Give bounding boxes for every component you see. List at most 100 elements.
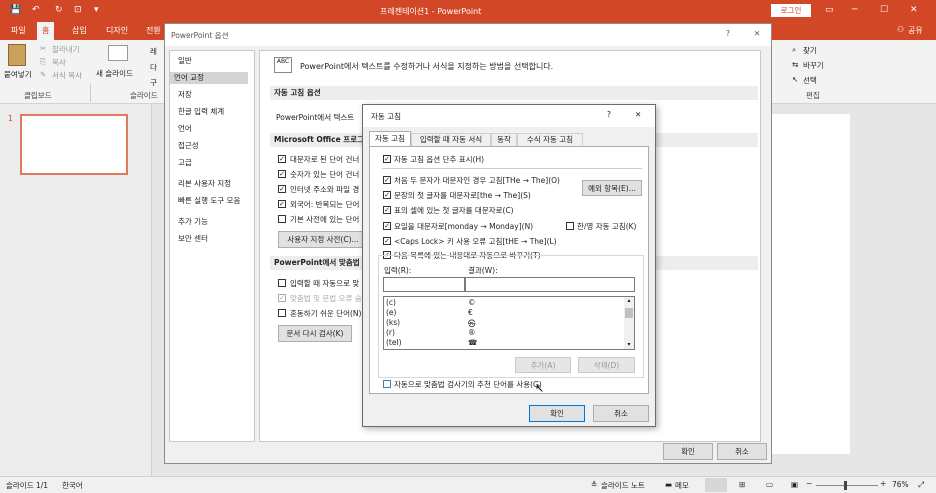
- capitalize-sentence-checkbox[interactable]: ✓: [383, 191, 391, 199]
- zoom-slider[interactable]: [816, 485, 878, 486]
- language-indicator[interactable]: 한국어: [62, 480, 83, 491]
- confused-words-checkbox[interactable]: [278, 309, 286, 317]
- list-item-input[interactable]: (e): [386, 308, 396, 317]
- find-button[interactable]: 찾기: [803, 45, 817, 56]
- show-options-checkbox[interactable]: ✓: [383, 155, 391, 163]
- nav-save[interactable]: 저장: [174, 89, 254, 101]
- layout-button[interactable]: 레: [150, 46, 157, 57]
- nav-trust-center[interactable]: 보안 센터: [174, 233, 254, 245]
- list-item-output[interactable]: ©: [468, 298, 476, 307]
- ignore-numbers-checkbox[interactable]: ✓: [278, 170, 286, 178]
- slide-canvas[interactable]: [770, 114, 850, 454]
- new-slide-icon[interactable]: [108, 45, 128, 61]
- notes-button[interactable]: 슬라이드 노트: [601, 480, 645, 491]
- capitalize-days-checkbox[interactable]: ✓: [383, 222, 391, 230]
- zoom-slider-thumb[interactable]: [844, 481, 847, 490]
- options-help-icon[interactable]: ?: [726, 29, 730, 38]
- nav-accessibility[interactable]: 접근성: [174, 140, 254, 152]
- exceptions-button[interactable]: 예외 항목(E)...: [582, 180, 642, 196]
- ignore-internet-checkbox[interactable]: ✓: [278, 185, 286, 193]
- nav-advanced[interactable]: 고급: [174, 157, 254, 169]
- scroll-thumb[interactable]: [625, 308, 633, 318]
- replace-input[interactable]: [383, 277, 465, 292]
- redo-icon[interactable]: ↻: [55, 5, 63, 15]
- spell-suggest-checkbox[interactable]: [383, 380, 391, 388]
- autocorrect-close-icon[interactable]: ✕: [635, 110, 641, 119]
- with-input[interactable]: [465, 277, 635, 292]
- paste-button[interactable]: 붙여넣기: [4, 69, 32, 80]
- paste-icon[interactable]: [8, 44, 26, 66]
- tab-design[interactable]: 디자인: [106, 25, 128, 36]
- custom-dictionaries-button[interactable]: 사용자 지정 사전(C)...: [278, 231, 368, 248]
- nav-customize-ribbon[interactable]: 리본 사용자 지정: [174, 178, 254, 190]
- autocorrect-help-icon[interactable]: ?: [607, 110, 611, 119]
- nav-qat[interactable]: 빠른 실행 도구 모음: [174, 195, 254, 207]
- list-item-input[interactable]: (tel): [386, 338, 402, 347]
- tab-autocorrect[interactable]: 자동 고침: [369, 131, 411, 146]
- zoom-in-button[interactable]: +: [880, 479, 886, 488]
- format-painter-button[interactable]: 서식 복사: [52, 70, 82, 81]
- list-item-input[interactable]: (ks): [386, 318, 400, 327]
- list-item-output[interactable]: €: [468, 308, 473, 317]
- nav-korean-ime[interactable]: 한글 입력 체계: [174, 106, 254, 118]
- nav-general[interactable]: 일반: [174, 55, 254, 67]
- slideshow-icon[interactable]: ▣: [791, 480, 798, 489]
- undo-icon[interactable]: ↶: [32, 5, 40, 15]
- share-button[interactable]: 공유: [908, 25, 923, 36]
- login-button[interactable]: 로그인: [771, 4, 811, 17]
- close-icon[interactable]: ✕: [910, 5, 918, 15]
- list-item-input[interactable]: (c): [386, 298, 396, 307]
- tab-actions[interactable]: 동작: [491, 133, 517, 146]
- list-item-input[interactable]: (r): [386, 328, 395, 337]
- tab-insert[interactable]: 삽입: [72, 25, 87, 36]
- replace-button[interactable]: 바꾸기: [803, 60, 824, 71]
- two-initial-caps-checkbox[interactable]: ✓: [383, 176, 391, 184]
- zoom-level[interactable]: 76%: [892, 480, 909, 489]
- cut-button[interactable]: 잘라내기: [52, 44, 80, 55]
- slide-sorter-icon[interactable]: ⊞: [739, 480, 745, 489]
- copy-button[interactable]: 복사: [52, 57, 66, 68]
- options-close-icon[interactable]: ✕: [754, 29, 760, 38]
- tab-autoformat[interactable]: 입력할 때 자동 서식: [411, 133, 491, 146]
- recheck-document-button[interactable]: 문서 다시 검사(K): [278, 325, 352, 342]
- capitalize-table-cell-checkbox[interactable]: ✓: [383, 206, 391, 214]
- ignore-uppercase-checkbox[interactable]: ✓: [278, 155, 286, 163]
- list-item-output[interactable]: ☎: [468, 338, 477, 347]
- slide-thumbnail[interactable]: [20, 114, 128, 175]
- hanyoung-checkbox[interactable]: [566, 222, 574, 230]
- fit-to-window-icon[interactable]: ⤢: [918, 480, 924, 490]
- share-icon[interactable]: ⚇: [897, 25, 904, 34]
- comments-button[interactable]: 메모: [675, 480, 689, 491]
- minimize-icon[interactable]: ─: [852, 5, 857, 15]
- scroll-up-icon[interactable]: ▴: [624, 297, 634, 305]
- flag-repeated-checkbox[interactable]: ✓: [278, 200, 286, 208]
- reset-button[interactable]: 다: [150, 62, 157, 73]
- reading-view-icon[interactable]: ▭: [766, 480, 773, 489]
- tab-home[interactable]: 홈: [37, 22, 55, 40]
- nav-addins[interactable]: 추가 기능: [174, 216, 254, 228]
- check-spelling-checkbox[interactable]: [278, 279, 286, 287]
- zoom-out-button[interactable]: −: [806, 479, 812, 488]
- maximize-icon[interactable]: ☐: [880, 5, 888, 15]
- new-slide-button[interactable]: 새 슬라이드: [96, 68, 133, 79]
- start-from-beginning-icon[interactable]: ⊡: [74, 5, 82, 15]
- autocorrect-ok-button[interactable]: 확인: [529, 405, 585, 422]
- nav-language[interactable]: 언어: [174, 123, 254, 135]
- main-dict-checkbox[interactable]: [278, 215, 286, 223]
- customize-qat-icon[interactable]: ▾: [94, 5, 99, 15]
- select-button[interactable]: 선택: [803, 75, 817, 86]
- nav-proofing[interactable]: 언어 교정: [170, 72, 248, 84]
- ribbon-display-icon[interactable]: ▭: [825, 5, 834, 15]
- tab-math-autocorrect[interactable]: 수식 자동 고침: [517, 133, 583, 146]
- tab-file[interactable]: 파일: [11, 25, 26, 36]
- scroll-down-icon[interactable]: ▾: [624, 341, 634, 349]
- tab-transitions[interactable]: 전환: [146, 25, 161, 36]
- normal-view-icon[interactable]: [705, 478, 727, 492]
- section-button[interactable]: 구: [150, 77, 157, 88]
- save-icon[interactable]: 💾: [10, 5, 21, 15]
- caps-lock-checkbox[interactable]: ✓: [383, 237, 391, 245]
- autocorrect-list[interactable]: ▴ ▾ (c) © (e) € (ks) ㉿ (r) ® (tel) ☎: [383, 296, 635, 350]
- options-cancel-button[interactable]: 취소: [717, 443, 767, 460]
- autocorrect-cancel-button[interactable]: 취소: [593, 405, 649, 422]
- options-ok-button[interactable]: 확인: [663, 443, 713, 460]
